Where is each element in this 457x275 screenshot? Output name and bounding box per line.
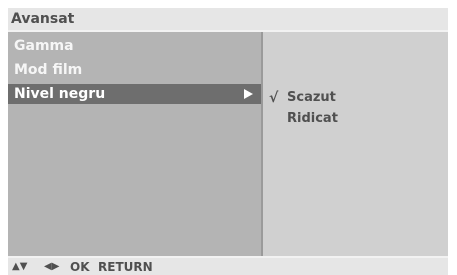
menu-item-mod-film[interactable]: Mod film (8, 60, 261, 80)
checkmark-icon: √ (269, 90, 279, 106)
submenu-options: √ Scazut Ridicat (263, 32, 448, 256)
osd-menu: Avansat Gamma Mod film Nivel negru √ Sca… (8, 8, 448, 275)
menu-item-nivel-negru[interactable]: Nivel negru (8, 84, 261, 104)
menu-item-gamma[interactable]: Gamma (8, 36, 261, 56)
menu-item-label: Gamma (14, 38, 74, 54)
left-right-arrows-icon: ◀▶ (44, 261, 60, 272)
menu-item-label: Mod film (14, 62, 83, 78)
option-label: Scazut (287, 90, 336, 105)
menu-item-label: Nivel negru (14, 86, 106, 102)
option-ridicat[interactable]: Ridicat (263, 109, 448, 129)
ok-hint: OK (70, 260, 90, 274)
menu-title: Avansat (11, 11, 75, 27)
option-label: Ridicat (287, 111, 338, 126)
submenu-arrow-icon (244, 89, 253, 99)
menu-list: Gamma Mod film Nivel negru (8, 32, 261, 256)
title-bar: Avansat (8, 8, 448, 30)
up-down-arrows-icon: ▲▼ (12, 261, 28, 272)
return-hint: RETURN (98, 260, 153, 274)
footer-hint-bar: ▲▼ ◀▶ OK RETURN (8, 258, 448, 275)
option-scazut[interactable]: √ Scazut (263, 88, 448, 108)
